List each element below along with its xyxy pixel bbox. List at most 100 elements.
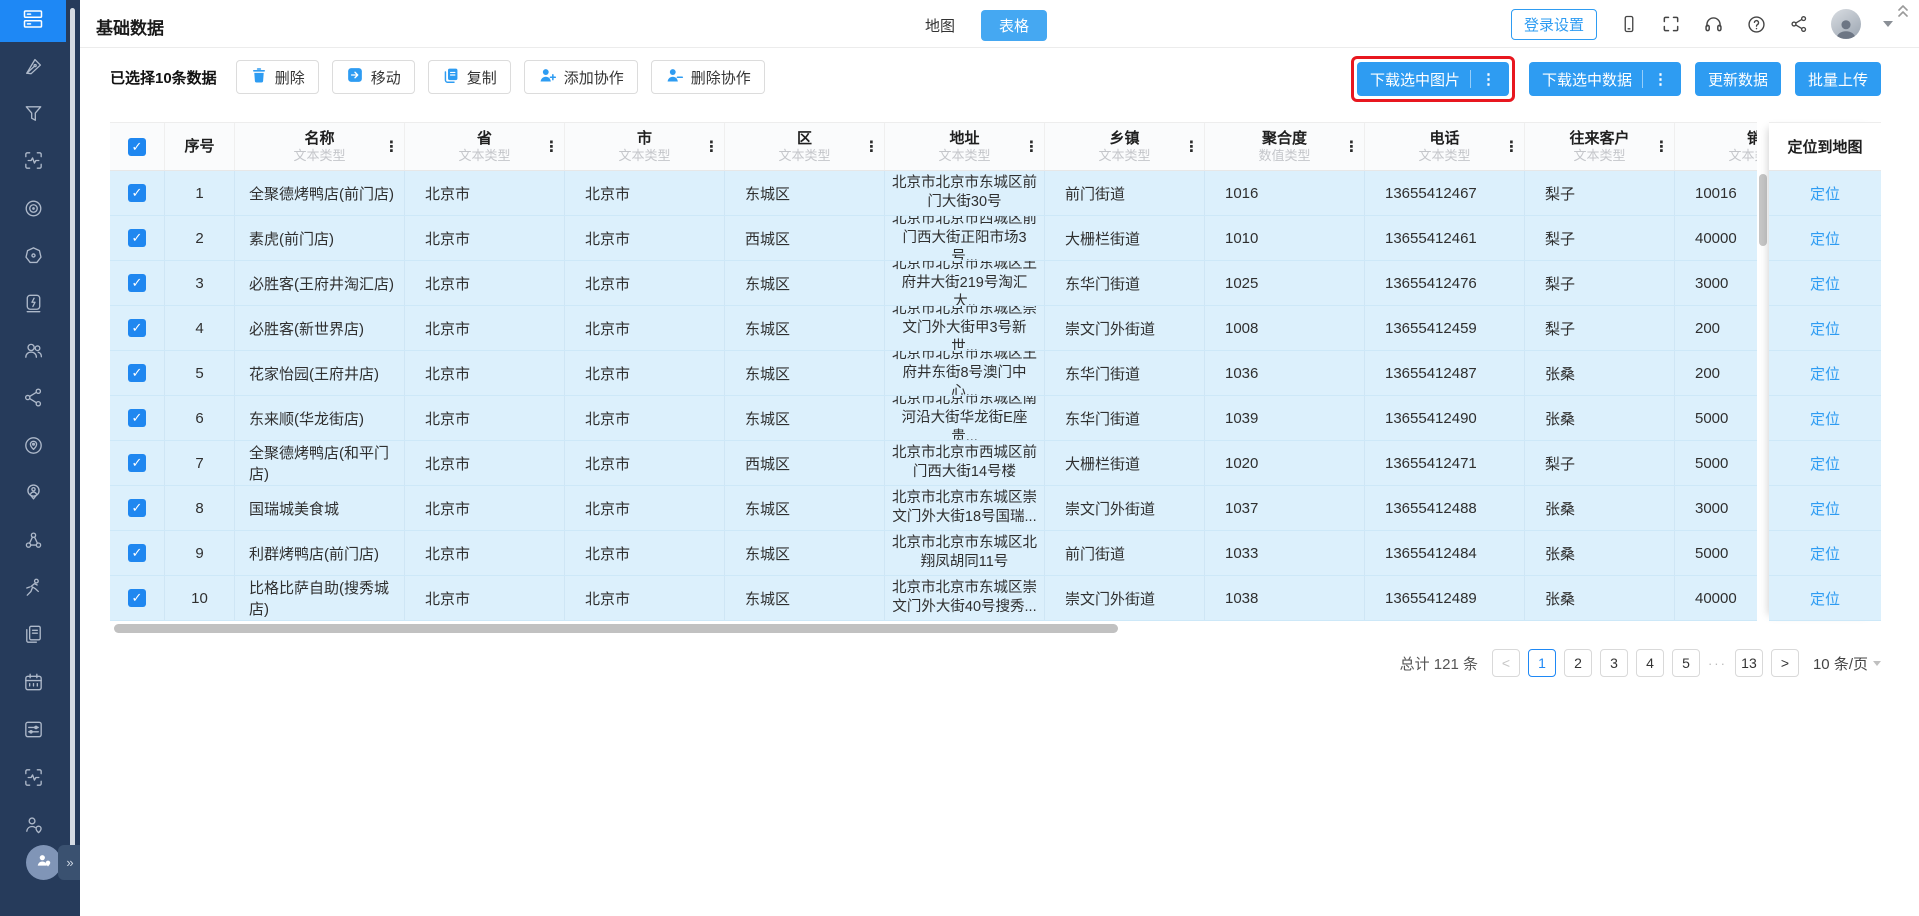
checkbox[interactable]: ✓ <box>128 364 146 382</box>
headset-icon[interactable] <box>1703 14 1724 35</box>
collapse-chevrons-icon[interactable] <box>1895 2 1911 24</box>
column-header-province[interactable]: 省文本类型⋮ <box>405 123 565 170</box>
add-collaboration-button[interactable]: 添加协作 <box>524 60 638 94</box>
sidebar-item-share-network[interactable] <box>0 380 66 420</box>
column-menu-icon[interactable]: ⋮ <box>1504 139 1519 154</box>
move-button[interactable]: 移动 <box>332 60 415 94</box>
column-menu-icon[interactable]: ⋮ <box>1344 139 1359 154</box>
sidebar-item-location-pin-circle[interactable] <box>0 427 66 467</box>
sidebar-item-pulse-monitor[interactable] <box>0 143 66 183</box>
sidebar-item-charging-device[interactable] <box>0 285 66 325</box>
horizontal-scrollbar-thumb[interactable] <box>114 624 1118 633</box>
more-options-icon[interactable]: ⋮ <box>1653 72 1668 87</box>
locate-link[interactable]: 定位 <box>1810 228 1840 249</box>
locate-link[interactable]: 定位 <box>1810 498 1840 519</box>
locate-link[interactable]: 定位 <box>1810 453 1840 474</box>
locate-link[interactable]: 定位 <box>1810 588 1840 609</box>
column-menu-icon[interactable]: ⋮ <box>864 139 879 154</box>
sidebar-item-runner[interactable] <box>0 569 66 609</box>
checkbox[interactable]: ✓ <box>128 229 146 247</box>
table-horizontal-scrollbar[interactable] <box>110 624 1881 634</box>
column-menu-icon[interactable]: ⋮ <box>384 139 399 154</box>
update-data-button[interactable]: 更新数据 <box>1695 62 1781 96</box>
checkbox[interactable]: ✓ <box>128 409 146 427</box>
column-header-city[interactable]: 市文本类型⋮ <box>565 123 725 170</box>
checkbox[interactable]: ✓ <box>128 138 146 156</box>
column-menu-icon[interactable]: ⋮ <box>704 139 719 154</box>
column-header-district[interactable]: 区文本类型⋮ <box>725 123 885 170</box>
column-header-aggregation[interactable]: 聚合度数值类型⋮ <box>1205 123 1365 170</box>
sidebar-item-target-circles[interactable] <box>0 190 66 230</box>
locate-link[interactable]: 定位 <box>1810 273 1840 294</box>
tab-table[interactable]: 表格 <box>981 10 1047 41</box>
user-avatar[interactable] <box>1831 9 1861 39</box>
locate-link[interactable]: 定位 <box>1810 318 1840 339</box>
sidebar-item-calendar[interactable] <box>0 664 66 704</box>
sidebar-item-cluster-triangle[interactable] <box>0 522 66 562</box>
checkbox[interactable]: ✓ <box>128 184 146 202</box>
page-ellipsis[interactable]: ··· <box>1708 656 1727 671</box>
page-button-2[interactable]: 2 <box>1564 649 1592 677</box>
sidebar-item-draw-pen[interactable] <box>0 48 66 88</box>
sidebar-item-person-location[interactable] <box>0 475 66 515</box>
sidebar-item-filter-funnel[interactable] <box>0 95 66 135</box>
column-header-address[interactable]: 地址文本类型⋮ <box>885 123 1045 170</box>
download-selected-data-button[interactable]: 下载选中数据 ⋮ <box>1529 62 1681 96</box>
sidebar-item-sliders[interactable] <box>0 712 66 752</box>
column-header-customer[interactable]: 往来客户文本类型⋮ <box>1525 123 1675 170</box>
column-menu-icon[interactable]: ⋮ <box>1184 139 1199 154</box>
page-button-3[interactable]: 3 <box>1600 649 1628 677</box>
column-header-town[interactable]: 乡镇文本类型⋮ <box>1045 123 1205 170</box>
checkbox[interactable]: ✓ <box>128 544 146 562</box>
column-header-phone[interactable]: 电话文本类型⋮ <box>1365 123 1525 170</box>
page-button-4[interactable]: 4 <box>1636 649 1664 677</box>
help-icon[interactable] <box>1746 14 1767 35</box>
delete-button[interactable]: 删除 <box>236 60 319 94</box>
checkbox[interactable]: ✓ <box>128 454 146 472</box>
checkbox[interactable]: ✓ <box>128 589 146 607</box>
vertical-scrollbar-thumb[interactable] <box>1759 174 1767 246</box>
checkbox[interactable]: ✓ <box>128 274 146 292</box>
column-menu-icon[interactable]: ⋮ <box>544 139 559 154</box>
sidebar-item-polygon-nut[interactable] <box>0 238 66 278</box>
next-page-button[interactable]: > <box>1771 649 1799 677</box>
checkbox[interactable]: ✓ <box>128 499 146 517</box>
cell-phone: 13655412487 <box>1365 351 1525 395</box>
sidebar-scrollbar[interactable] <box>70 8 75 853</box>
locate-link[interactable]: 定位 <box>1810 543 1840 564</box>
caret-down-icon[interactable] <box>1883 21 1893 27</box>
column-header-index[interactable]: 序号 <box>165 123 235 170</box>
sidebar-avatar-button[interactable] <box>26 845 61 880</box>
batch-upload-button[interactable]: 批量上传 <box>1795 62 1881 96</box>
column-header-sales[interactable]: 销文本类型 <box>1675 123 1757 170</box>
sidebar-expand-button[interactable]: » <box>58 845 80 880</box>
locate-link[interactable]: 定位 <box>1810 183 1840 204</box>
page-button-5[interactable]: 5 <box>1672 649 1700 677</box>
remove-collaboration-button[interactable]: 删除协作 <box>651 60 765 94</box>
sidebar-item-data-table[interactable] <box>0 0 66 42</box>
column-header-name[interactable]: 名称文本类型⋮ <box>235 123 405 170</box>
sidebar-item-documents[interactable] <box>0 617 66 657</box>
locate-link[interactable]: 定位 <box>1810 408 1840 429</box>
login-settings-button[interactable]: 登录设置 <box>1511 9 1597 40</box>
sidebar-item-person-pin[interactable] <box>0 806 66 846</box>
page-size-select[interactable]: 10 条/页 <box>1813 653 1881 674</box>
fullscreen-icon[interactable] <box>1661 14 1681 34</box>
sidebar-item-users[interactable] <box>0 332 66 372</box>
more-options-icon[interactable]: ⋮ <box>1481 72 1496 87</box>
page-button-1[interactable]: 1 <box>1528 649 1556 677</box>
checkbox[interactable]: ✓ <box>128 319 146 337</box>
column-menu-icon[interactable]: ⋮ <box>1024 139 1039 154</box>
mobile-icon[interactable] <box>1619 14 1639 34</box>
table-vertical-scrollbar[interactable] <box>1757 122 1769 621</box>
prev-page-button[interactable]: < <box>1492 649 1520 677</box>
locate-link[interactable]: 定位 <box>1810 363 1840 384</box>
tab-map[interactable]: 地图 <box>925 15 955 36</box>
locate-cell: 定位 <box>1769 441 1881 486</box>
sidebar-item-pulse-monitor-2[interactable] <box>0 759 66 799</box>
download-selected-images-button[interactable]: 下载选中图片 ⋮ <box>1357 62 1509 96</box>
page-button-13[interactable]: 13 <box>1735 649 1763 677</box>
copy-button[interactable]: 复制 <box>428 60 511 94</box>
column-menu-icon[interactable]: ⋮ <box>1654 139 1669 154</box>
share-icon[interactable] <box>1789 14 1809 34</box>
